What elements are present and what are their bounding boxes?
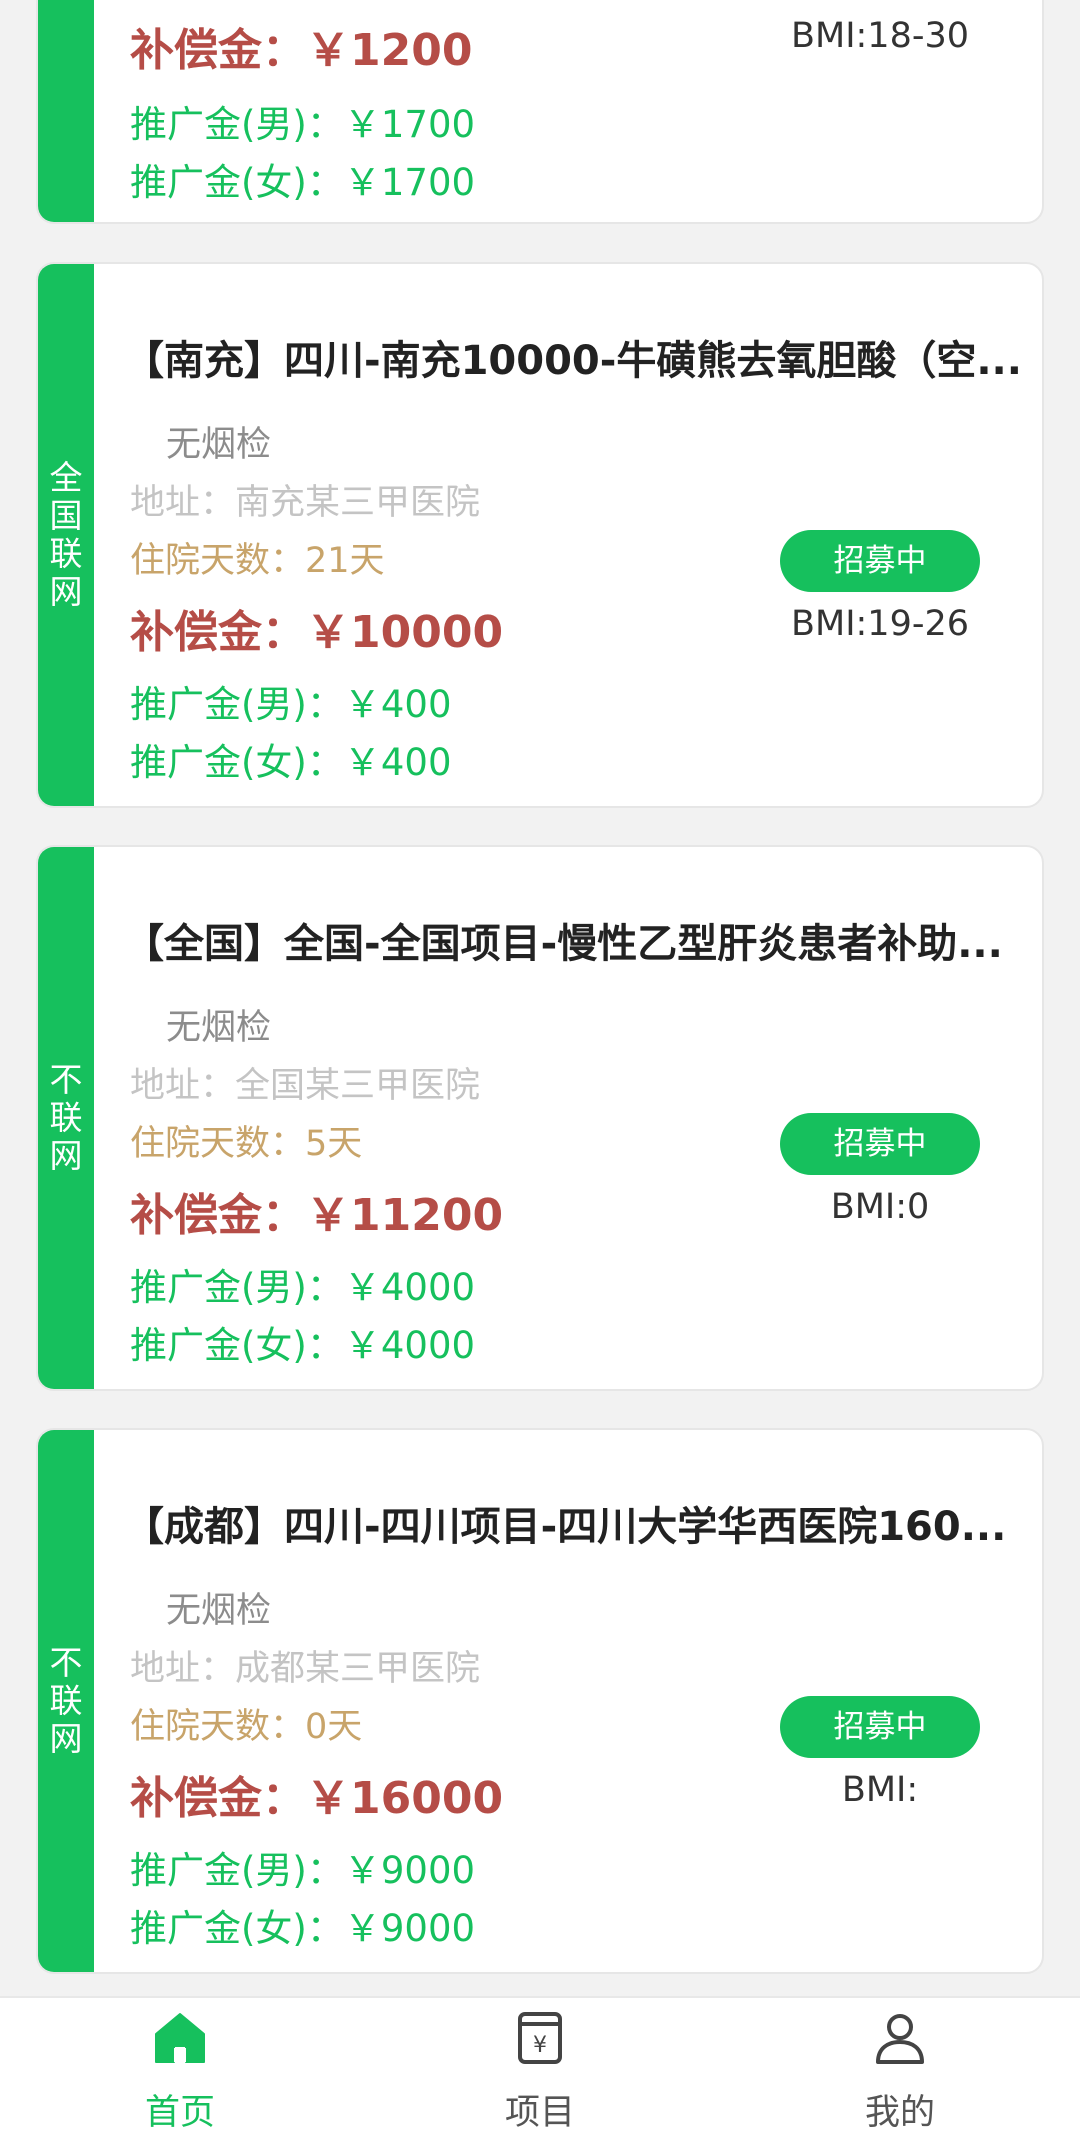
promo-fee-male: 推广金(男)：￥1700 (130, 103, 476, 146)
user-icon (876, 2014, 924, 2064)
promo-fee-male: 推广金(男)：￥400 (130, 683, 452, 726)
project-card[interactable]: 补偿金：￥1200 BMI:18-30 推广金(男)：￥1700 推广金(女)：… (36, 0, 1044, 224)
tab-mine[interactable]: 我的 (790, 1998, 1010, 2142)
recruiting-status-button[interactable]: 招募中 (780, 530, 980, 592)
hospital-days: 住院天数：21天 (130, 541, 385, 581)
network-tag (38, 0, 94, 222)
bmi-range: BMI: (841, 1770, 919, 1810)
project-title[interactable]: 【成都】四川-四川项目-四川大学华西医院160... (124, 1494, 1024, 1552)
compensation-amount: 补偿金：￥1200 (130, 25, 473, 76)
compensation-amount: 补偿金：￥10000 (130, 607, 504, 658)
promo-fee-female: 推广金(女)：￥1700 (130, 161, 476, 204)
smoke-check-label: 无烟检 (166, 1008, 272, 1048)
promo-fee-male: 推广金(男)：￥9000 (130, 1849, 476, 1892)
hospital-address: 地址：全国某三甲医院 (130, 1066, 481, 1106)
recruiting-status-button[interactable]: 招募中 (780, 1113, 980, 1175)
hospital-days: 住院天数：0天 (130, 1707, 363, 1747)
project-title[interactable]: 【南充】四川-南充10000-牛磺熊去氧胆酸（空... (124, 328, 1024, 386)
smoke-check-label: 无烟检 (166, 1591, 272, 1631)
bmi-range: BMI:19-26 (790, 604, 970, 644)
project-list-page: 补偿金：￥1200 BMI:18-30 推广金(男)：￥1700 推广金(女)：… (0, 0, 1080, 2142)
network-tag: 不联网 (38, 1430, 94, 1972)
bmi-range: BMI:18-30 (790, 16, 970, 56)
bmi-range: BMI:0 (830, 1187, 930, 1227)
hospital-days: 住院天数：5天 (130, 1124, 363, 1164)
compensation-amount: 补偿金：￥16000 (130, 1773, 504, 1824)
tab-home-label: 首页 (144, 2093, 215, 2133)
recruiting-status-button[interactable]: 招募中 (780, 1696, 980, 1758)
bottom-tab-bar: 首页 ¥ 项目 我的 (0, 1996, 1080, 2142)
smoke-check-label: 无烟检 (166, 425, 272, 465)
hospital-address: 地址：成都某三甲医院 (130, 1649, 481, 1689)
network-tag-label: 全国联网 (49, 458, 83, 611)
tab-home[interactable]: 首页 (70, 1998, 290, 2142)
promo-fee-female: 推广金(女)：￥400 (130, 741, 452, 784)
promo-fee-female: 推广金(女)：￥4000 (130, 1324, 476, 1367)
promo-fee-female: 推广金(女)：￥9000 (130, 1907, 476, 1950)
promo-fee-male: 推广金(男)：￥4000 (130, 1266, 476, 1309)
hospital-address: 地址：南充某三甲医院 (130, 483, 481, 523)
svg-text:¥: ¥ (533, 2033, 547, 2058)
project-card[interactable]: 不联网 【全国】全国-全国项目-慢性乙型肝炎患者补助... 无烟检 地址：全国某… (36, 845, 1044, 1391)
project-title[interactable]: 【全国】全国-全国项目-慢性乙型肝炎患者补助... (124, 911, 1024, 969)
network-tag-label: 不联网 (49, 1060, 83, 1175)
project-document-icon: ¥ (518, 2012, 562, 2064)
home-icon (155, 2013, 205, 2063)
tab-projects[interactable]: ¥ 项目 (430, 1998, 650, 2142)
network-tag-label: 不联网 (49, 1643, 83, 1758)
project-card[interactable]: 全国联网 【南充】四川-南充10000-牛磺熊去氧胆酸（空... 无烟检 地址：… (36, 262, 1044, 808)
network-tag: 全国联网 (38, 264, 94, 806)
project-card[interactable]: 不联网 【成都】四川-四川项目-四川大学华西医院160... 无烟检 地址：成都… (36, 1428, 1044, 1974)
tab-projects-label: 项目 (504, 2093, 575, 2133)
compensation-amount: 补偿金：￥11200 (130, 1190, 504, 1241)
network-tag: 不联网 (38, 847, 94, 1389)
tab-mine-label: 我的 (864, 2093, 935, 2133)
